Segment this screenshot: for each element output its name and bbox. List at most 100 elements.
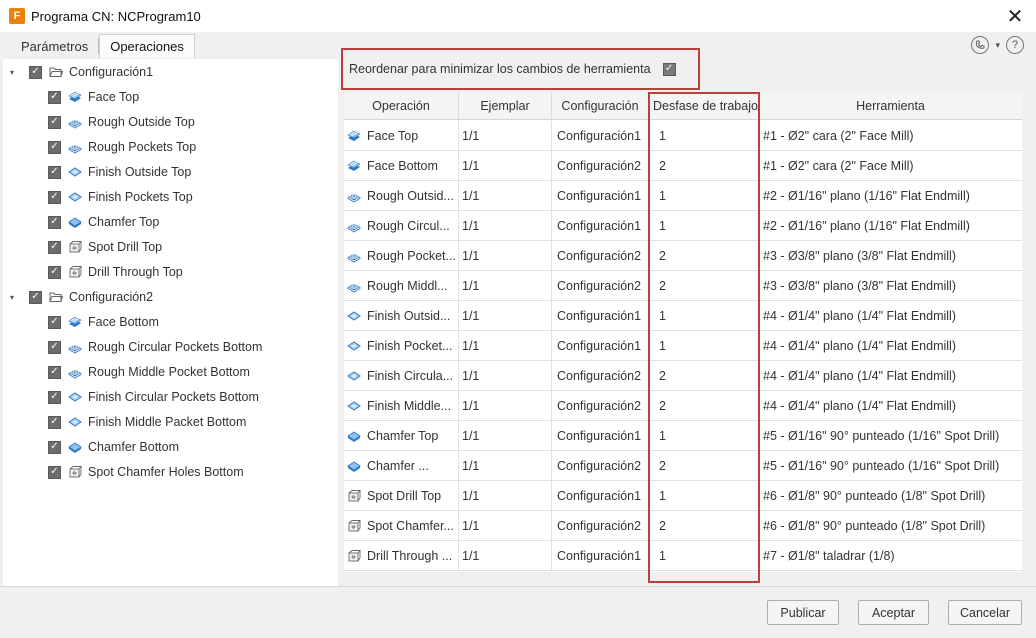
- help-icon[interactable]: ?: [1006, 36, 1024, 54]
- table-row[interactable]: Rough Pocket... 1/1 Configuración2 2 #3 - Ø3…: [344, 241, 1022, 271]
- table-row[interactable]: Face Bottom 1/1 Configuración2 2 #1 - Ø2" ca…: [344, 151, 1022, 181]
- column-header-configuracion[interactable]: Configuración: [552, 92, 649, 120]
- item-checkbox[interactable]: ✓: [48, 440, 61, 454]
- cell-operacion: Drill Through ...: [344, 541, 459, 571]
- table-row[interactable]: Spot Drill Top 1/1 Configuración1 1 #6 - Ø1/…: [344, 481, 1022, 511]
- tree-item-chamfer-bottom[interactable]: ✓ Chamfer Bottom: [48, 436, 179, 458]
- table-row[interactable]: Rough Circul... 1/1 Configuración1 1 #2 - Ø1…: [344, 211, 1022, 241]
- drill-icon: [347, 519, 361, 533]
- table-row[interactable]: Finish Circula... 1/1 Configuración2 2 #4 - …: [344, 361, 1022, 391]
- publish-button[interactable]: Publicar: [767, 600, 839, 625]
- table-row[interactable]: Chamfer Top 1/1 Configuración1 1 #5 - Ø1/16"…: [344, 421, 1022, 451]
- cell-desfase[interactable]: 2: [649, 361, 759, 391]
- cell-ejemplar: 1/1: [459, 211, 552, 241]
- cell-desfase[interactable]: 1: [649, 481, 759, 511]
- table-row[interactable]: Rough Middl... 1/1 Configuración2 2 #3 - Ø3/…: [344, 271, 1022, 301]
- column-header-desfase[interactable]: Desfase de trabajo: [649, 92, 759, 120]
- cell-desfase[interactable]: 2: [649, 511, 759, 541]
- cell-desfase[interactable]: 2: [649, 451, 759, 481]
- expand-arrow-icon[interactable]: ▾: [7, 293, 17, 302]
- item-checkbox[interactable]: ✓: [48, 165, 61, 179]
- cell-desfase[interactable]: 1: [649, 541, 759, 571]
- expand-arrow-icon[interactable]: ▾: [7, 68, 17, 77]
- cell-desfase[interactable]: 1: [649, 331, 759, 361]
- close-button[interactable]: ✕: [1004, 5, 1026, 28]
- item-checkbox[interactable]: ✓: [48, 115, 61, 129]
- tree-item-rough-middle-pocket-bottom[interactable]: ✓ Rough Middle Pocket Bottom: [48, 361, 250, 383]
- column-header-operacion[interactable]: Operación: [344, 92, 459, 120]
- operation-name: Spot Chamfer...: [367, 519, 454, 533]
- item-checkbox[interactable]: ✓: [48, 465, 61, 479]
- cell-operacion: Spot Drill Top: [344, 481, 459, 511]
- group-checkbox[interactable]: ✓: [29, 290, 42, 304]
- tab-parametros[interactable]: Parámetros: [0, 34, 98, 58]
- tree-item-spot-chamfer-holes-bottom[interactable]: ✓ Spot Chamfer Holes Bottom: [48, 461, 244, 483]
- item-checkbox[interactable]: ✓: [48, 315, 61, 329]
- cell-herramienta: #4 - Ø1/4" plano (1/4" Flat Endmill): [763, 399, 956, 413]
- contour-icon: [68, 390, 82, 404]
- item-checkbox[interactable]: ✓: [48, 190, 61, 204]
- table-row[interactable]: Finish Outsid... 1/1 Configuración1 1 #4 - Ø…: [344, 301, 1022, 331]
- phone-icon[interactable]: [971, 36, 990, 54]
- tree-item-face-bottom[interactable]: ✓ Face Bottom: [48, 311, 159, 333]
- item-checkbox[interactable]: ✓: [48, 415, 61, 429]
- tree-item-rough-outside-top[interactable]: ✓ Rough Outside Top: [48, 111, 195, 133]
- cell-desfase[interactable]: 1: [649, 211, 759, 241]
- cell-ejemplar: 1/1: [459, 421, 552, 451]
- table-row[interactable]: Chamfer ... 1/1 Configuración2 2 #5 - Ø1/16"…: [344, 451, 1022, 481]
- cell-configuracion: Configuración2: [552, 391, 649, 421]
- column-header-ejemplar[interactable]: Ejemplar: [459, 92, 552, 120]
- reorder-checkbox[interactable]: ✓: [662, 62, 676, 76]
- item-checkbox[interactable]: ✓: [48, 240, 61, 254]
- cell-desfase[interactable]: 2: [649, 151, 759, 181]
- table-row[interactable]: Face Top 1/1 Configuración1 1 #1 - Ø2" cara …: [344, 121, 1022, 151]
- folder-icon: [49, 290, 63, 304]
- adaptive-icon: [347, 249, 361, 263]
- tree-item-face-top[interactable]: ✓ Face Top: [48, 86, 139, 108]
- tab-operaciones[interactable]: Operaciones: [99, 34, 195, 58]
- tree-group-configuracion1[interactable]: ▾ ✓ Configuración1: [7, 61, 153, 83]
- cell-desfase[interactable]: 2: [649, 391, 759, 421]
- tree-item-finish-pockets-top[interactable]: ✓ Finish Pockets Top: [48, 186, 193, 208]
- cell-ejemplar: 1/1: [459, 541, 552, 571]
- item-checkbox[interactable]: ✓: [48, 390, 61, 404]
- item-checkbox[interactable]: ✓: [48, 340, 61, 354]
- cell-desfase[interactable]: 1: [649, 421, 759, 451]
- tree-item-drill-through-top[interactable]: ✓ Drill Through Top: [48, 261, 183, 283]
- tree-item-rough-pockets-top[interactable]: ✓ Rough Pockets Top: [48, 136, 196, 158]
- cancel-button[interactable]: Cancelar: [948, 600, 1022, 625]
- table-row[interactable]: Drill Through ... 1/1 Configuración1 1 #7 - …: [344, 541, 1022, 571]
- tree-group-configuracion2[interactable]: ▾ ✓ Configuración2: [7, 286, 153, 308]
- column-header-herramienta[interactable]: Herramienta: [759, 92, 1022, 120]
- group-checkbox[interactable]: ✓: [29, 65, 42, 79]
- tree-item-spot-drill-top[interactable]: ✓ Spot Drill Top: [48, 236, 162, 258]
- table-row[interactable]: Rough Outsid... 1/1 Configuración1 1 #2 - Ø1…: [344, 181, 1022, 211]
- cell-operacion: Rough Pocket...: [344, 241, 459, 271]
- cell-operacion: Finish Circula...: [344, 361, 459, 391]
- item-checkbox[interactable]: ✓: [48, 90, 61, 104]
- chamfer-icon: [347, 459, 361, 473]
- operation-name: Finish Middle...: [367, 399, 452, 413]
- tree-item-chamfer-top[interactable]: ✓ Chamfer Top: [48, 211, 159, 233]
- cell-desfase[interactable]: 1: [649, 121, 759, 151]
- accept-button[interactable]: Aceptar: [858, 600, 929, 625]
- contour-icon: [68, 190, 82, 204]
- chevron-down-icon[interactable]: ▾: [995, 40, 1000, 51]
- cell-desfase[interactable]: 1: [649, 301, 759, 331]
- table-row[interactable]: Spot Chamfer... 1/1 Configuración2 2 #6 - Ø1…: [344, 511, 1022, 541]
- tree-item-finish-outside-top[interactable]: ✓ Finish Outside Top: [48, 161, 191, 183]
- item-checkbox[interactable]: ✓: [48, 215, 61, 229]
- table-row[interactable]: Finish Middle... 1/1 Configuración2 2 #4 - Ø…: [344, 391, 1022, 421]
- cell-desfase[interactable]: 2: [649, 271, 759, 301]
- table-row[interactable]: Finish Pocket... 1/1 Configuración1 1 #4 - Ø…: [344, 331, 1022, 361]
- item-checkbox[interactable]: ✓: [48, 365, 61, 379]
- cell-desfase[interactable]: 1: [649, 181, 759, 211]
- item-checkbox[interactable]: ✓: [48, 265, 61, 279]
- cell-desfase[interactable]: 2: [649, 241, 759, 271]
- item-label: Finish Middle Packet Bottom: [88, 415, 247, 429]
- tree-item-finish-circular-pockets-bottom[interactable]: ✓ Finish Circular Pockets Bottom: [48, 386, 259, 408]
- operation-name: Rough Outsid...: [367, 189, 454, 203]
- item-checkbox[interactable]: ✓: [48, 140, 61, 154]
- tree-item-rough-circular-pockets-bottom[interactable]: ✓ Rough Circular Pockets Bottom: [48, 336, 262, 358]
- tree-item-finish-middle-packet-bottom[interactable]: ✓ Finish Middle Packet Bottom: [48, 411, 246, 433]
